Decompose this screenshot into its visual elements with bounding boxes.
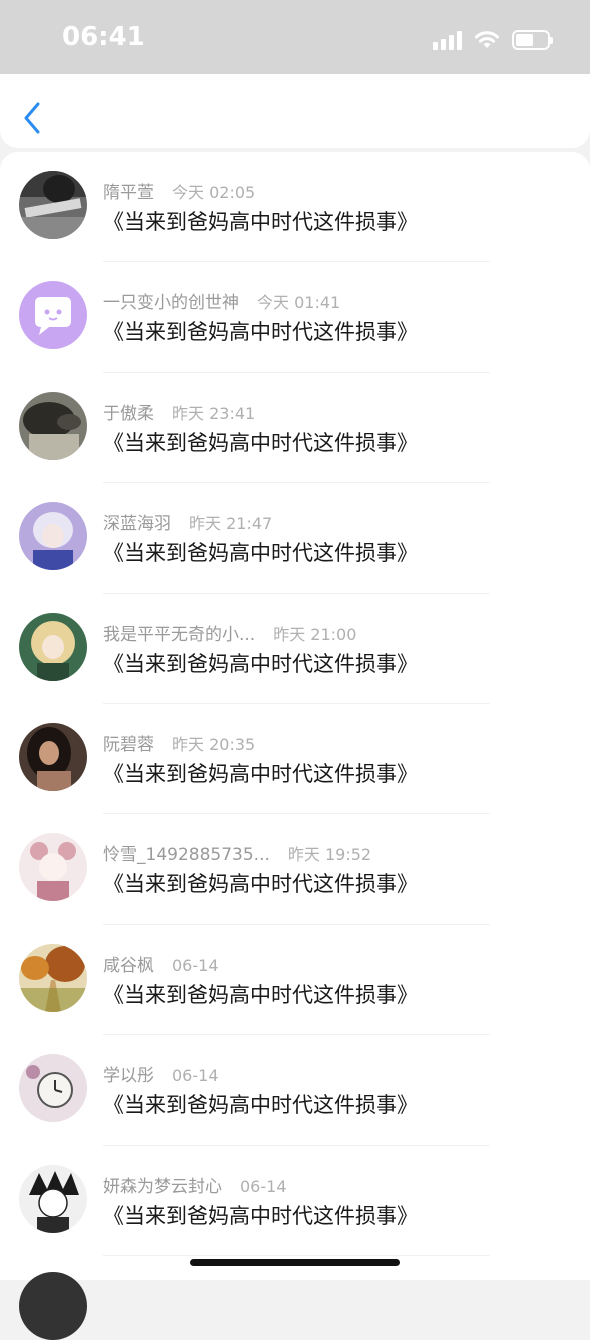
message-time: 06-14 bbox=[172, 955, 219, 975]
message-list[interactable]: 隋平萱 今天 02:05 《当来到爸妈高中时代这件损事》 一只变小的创世神 今天… bbox=[0, 152, 590, 1280]
message-text: 《当来到爸妈高中时代这件损事》 bbox=[103, 430, 418, 455]
list-item[interactable]: 深蓝海羽 昨天 21:47 《当来到爸妈高中时代这件损事》 bbox=[0, 483, 590, 594]
avatar[interactable] bbox=[19, 612, 87, 681]
list-item[interactable]: 一只变小的创世神 今天 01:41 《当来到爸妈高中时代这件损事》 bbox=[0, 262, 590, 373]
list-item[interactable]: 阮碧蓉 昨天 20:35 《当来到爸妈高中时代这件损事》 bbox=[0, 704, 590, 815]
list-item[interactable]: 我是平平无奇的小... 昨天 21:00 《当来到爸妈高中时代这件损事》 bbox=[0, 594, 590, 704]
message-time: 06-14 bbox=[172, 1066, 219, 1086]
sender-name: 隋平萱 bbox=[103, 183, 154, 203]
message-text: 《当来到爸妈高中时代这件损事》 bbox=[103, 210, 418, 234]
sender-name: 深蓝海羽 bbox=[103, 514, 171, 535]
message-time: 今天 02:05 bbox=[172, 183, 256, 202]
avatar[interactable] bbox=[19, 502, 87, 571]
list-item[interactable]: 妍森为梦云封心 06-14 《当来到爸妈高中时代这件损事》 bbox=[0, 1146, 590, 1256]
sender-name: 咸谷枫 bbox=[103, 955, 154, 976]
wifi-icon bbox=[475, 31, 499, 48]
sender-name: 学以彤 bbox=[103, 1066, 154, 1087]
avatar[interactable] bbox=[19, 722, 87, 791]
message-text: 《当来到爸妈高中时代这件损事》 bbox=[103, 982, 418, 1007]
battery-icon bbox=[512, 30, 553, 50]
message-time: 昨天 23:41 bbox=[172, 403, 256, 423]
avatar[interactable] bbox=[19, 1054, 87, 1123]
sender-name: 怜雪_1492885735... bbox=[103, 845, 270, 866]
divider bbox=[103, 1254, 490, 1256]
message-text: 《当来到爸妈高中时代这件损事》 bbox=[103, 1093, 418, 1118]
message-text: 《当来到爸妈高中时代这件损事》 bbox=[103, 541, 418, 566]
message-time: 今天 01:41 bbox=[257, 293, 341, 313]
message-text: 《当来到爸妈高中时代这件损事》 bbox=[103, 761, 418, 786]
back-chevron-icon[interactable] bbox=[18, 100, 46, 136]
avatar[interactable] bbox=[19, 1272, 87, 1340]
avatar[interactable] bbox=[19, 1164, 87, 1233]
list-item[interactable]: 于傲柔 昨天 23:41 《当来到爸妈高中时代这件损事》 bbox=[0, 373, 590, 484]
signal-icon bbox=[433, 30, 462, 50]
message-text: 《当来到爸妈高中时代这件损事》 bbox=[103, 1203, 418, 1228]
message-time: 昨天 20:35 bbox=[172, 734, 256, 754]
message-text: 《当来到爸妈高中时代这件损事》 bbox=[103, 872, 418, 897]
list-item[interactable]: 学以彤 06-14 《当来到爸妈高中时代这件损事》 bbox=[0, 1035, 590, 1146]
home-indicator[interactable] bbox=[190, 1259, 400, 1266]
message-time: 昨天 21:47 bbox=[189, 514, 273, 534]
message-time: 昨天 21:00 bbox=[273, 624, 357, 644]
message-time: 06-14 bbox=[240, 1176, 287, 1196]
list-item[interactable]: 怜雪_1492885735... 昨天 19:52 《当来到爸妈高中时代这件损事… bbox=[0, 814, 590, 925]
sender-name: 阮碧蓉 bbox=[103, 734, 154, 755]
status-icons bbox=[433, 28, 553, 52]
avatar[interactable] bbox=[19, 171, 87, 239]
sender-name: 我是平平无奇的小... bbox=[103, 624, 256, 645]
message-text: 《当来到爸妈高中时代这件损事》 bbox=[103, 651, 418, 676]
sender-name: 妍森为梦云封心 bbox=[103, 1176, 222, 1197]
avatar[interactable] bbox=[19, 391, 87, 460]
sender-name: 一只变小的创世神 bbox=[103, 293, 239, 314]
status-time: 06:41 bbox=[62, 22, 145, 52]
status-bar: 06:41 bbox=[0, 0, 590, 74]
nav-bar bbox=[0, 74, 590, 148]
avatar[interactable] bbox=[19, 833, 87, 902]
message-text: 《当来到爸妈高中时代这件损事》 bbox=[103, 320, 418, 345]
message-time: 昨天 19:52 bbox=[287, 845, 372, 865]
avatar[interactable] bbox=[19, 943, 87, 1012]
sender-name: 于傲柔 bbox=[103, 403, 154, 424]
list-item[interactable]: 隋平萱 今天 02:05 《当来到爸妈高中时代这件损事》 bbox=[0, 152, 590, 263]
list-item[interactable]: 咸谷枫 06-14 《当来到爸妈高中时代这件损事》 bbox=[0, 925, 590, 1036]
avatar[interactable] bbox=[19, 281, 87, 350]
